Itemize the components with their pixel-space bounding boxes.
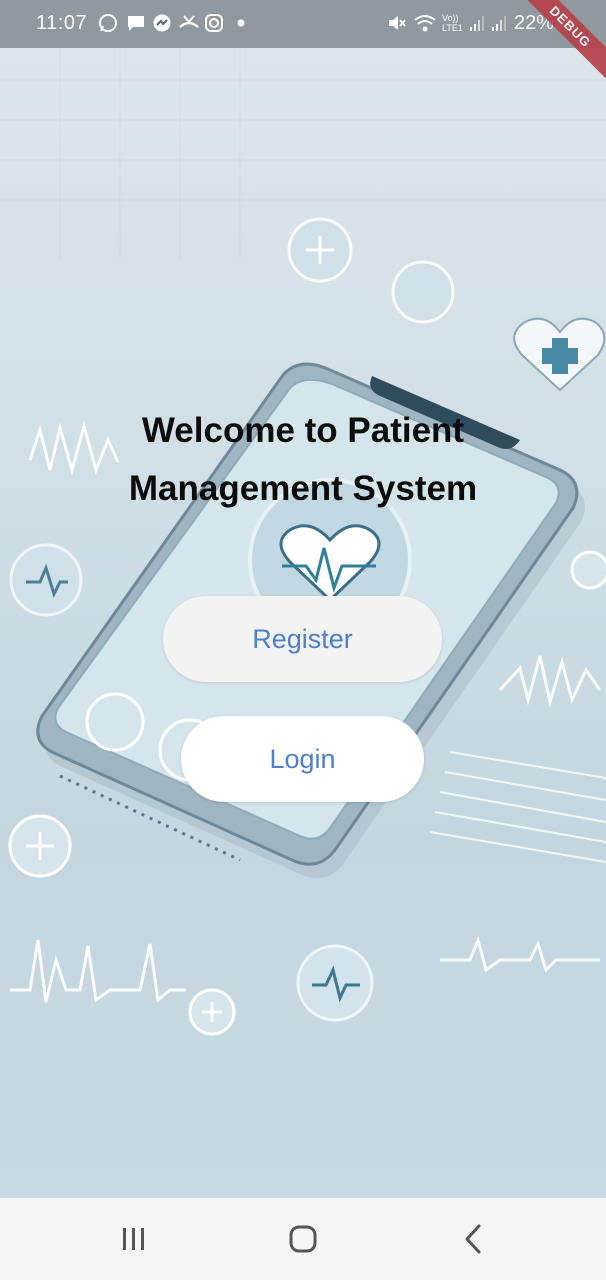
signal-icon bbox=[470, 16, 484, 31]
mute-icon bbox=[389, 16, 406, 30]
home-button[interactable] bbox=[273, 1216, 333, 1262]
navigation-bar bbox=[0, 1198, 606, 1280]
page-title: Welcome to Patient Management System bbox=[128, 411, 478, 508]
recent-apps-button[interactable] bbox=[104, 1216, 164, 1262]
dot-icon bbox=[237, 19, 245, 27]
status-time: 11:07 bbox=[36, 12, 88, 34]
whatsapp-icon bbox=[99, 14, 117, 32]
wifi-icon bbox=[414, 15, 436, 32]
instagram-icon bbox=[205, 14, 223, 32]
login-button[interactable]: Login bbox=[181, 716, 424, 802]
register-button[interactable]: Register bbox=[163, 596, 442, 682]
medical-heart-icon bbox=[513, 317, 606, 392]
recent-apps-icon bbox=[123, 1228, 144, 1250]
home-icon bbox=[289, 1225, 317, 1253]
missed-call-icon bbox=[179, 15, 199, 28]
messenger-icon bbox=[153, 14, 171, 32]
back-button[interactable] bbox=[443, 1216, 503, 1262]
back-icon bbox=[465, 1224, 481, 1254]
message-icon bbox=[128, 16, 144, 31]
volte-icon: Vo)) LTE1 bbox=[442, 13, 463, 33]
signal-icon-2 bbox=[492, 16, 506, 31]
status-bar: 11:07 Vo)) LTE1 22% bbox=[0, 0, 606, 48]
